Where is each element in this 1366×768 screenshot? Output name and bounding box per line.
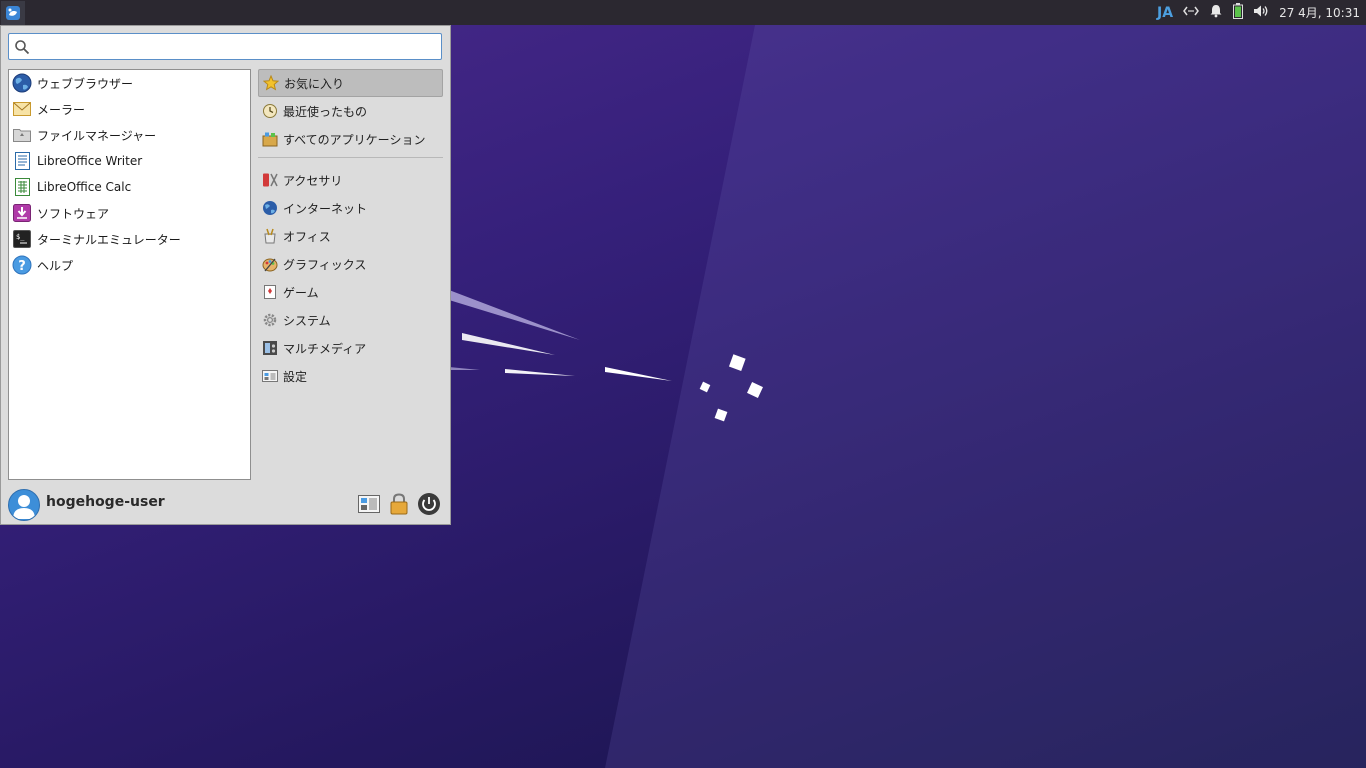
internet-icon <box>262 200 278 216</box>
volume-icon[interactable] <box>1253 4 1269 21</box>
category-system[interactable]: システム <box>258 306 443 334</box>
svg-text:?: ? <box>18 259 26 274</box>
graphics-icon <box>262 256 278 272</box>
category-accessories[interactable]: アクセサリ <box>258 166 443 194</box>
lock-icon <box>390 493 408 515</box>
search-icon <box>15 40 30 55</box>
battery-icon[interactable] <box>1233 3 1244 22</box>
applications-menu-button[interactable] <box>1 0 25 25</box>
application-menu-window: ウェブブラウザー メーラー ファイルマネージャー LibreOffice Wri… <box>0 25 451 525</box>
favorite-help[interactable]: ? ヘルプ <box>9 252 250 278</box>
xfce-logo-icon <box>6 5 20 20</box>
writer-icon <box>12 151 32 171</box>
category-graphics[interactable]: グラフィックス <box>258 250 443 278</box>
terminal-icon: $_ <box>12 229 32 249</box>
category-list: お気に入り 最近使ったもの すべてのアプリケーション アクセサリ インターネット… <box>258 69 443 390</box>
favorite-libreoffice-calc[interactable]: LibreOffice Calc <box>9 174 250 200</box>
category-games[interactable]: ゲーム <box>258 278 443 306</box>
top-panel: JA 27 4月, 10:31 <box>0 0 1366 25</box>
search-input[interactable] <box>35 37 439 57</box>
category-recent[interactable]: 最近使ったもの <box>258 97 443 125</box>
notification-bell-icon[interactable] <box>1209 4 1223 21</box>
help-icon: ? <box>12 255 32 275</box>
clock[interactable]: 27 4月, 10:31 <box>1279 4 1360 21</box>
accessories-icon <box>262 172 278 188</box>
calc-icon <box>12 177 32 197</box>
system-tray: JA 27 4月, 10:31 <box>1157 0 1360 25</box>
web-browser-icon <box>12 73 32 93</box>
log-out-button[interactable] <box>417 492 441 516</box>
favorite-terminal[interactable]: $_ ターミナルエミュレーター <box>9 226 250 252</box>
settings-manager-button[interactable] <box>357 492 381 516</box>
software-icon <box>12 203 32 223</box>
favorites-list: ウェブブラウザー メーラー ファイルマネージャー LibreOffice Wri… <box>8 69 251 480</box>
category-office[interactable]: オフィス <box>258 222 443 250</box>
user-icon <box>13 495 35 519</box>
settings-icon <box>262 368 278 384</box>
category-internet[interactable]: インターネット <box>258 194 443 222</box>
star-icon <box>263 75 279 91</box>
system-gear-icon <box>262 312 278 328</box>
all-apps-icon <box>262 131 278 147</box>
category-favorites[interactable]: お気に入り <box>258 69 443 97</box>
settings-manager-icon <box>358 495 380 513</box>
mail-icon <box>12 99 32 119</box>
category-settings[interactable]: 設定 <box>258 362 443 390</box>
svg-text:$_: $_ <box>16 233 25 241</box>
favorite-file-manager[interactable]: ファイルマネージャー <box>9 122 250 148</box>
file-manager-icon <box>12 125 32 145</box>
office-icon <box>262 228 278 244</box>
menu-bottom-bar: hogehoge-user <box>1 486 450 524</box>
games-icon <box>262 284 278 300</box>
search-field[interactable] <box>8 33 442 60</box>
favorite-software[interactable]: ソフトウェア <box>9 200 250 226</box>
input-method-indicator[interactable]: JA <box>1157 5 1173 21</box>
recent-icon <box>262 103 278 119</box>
lock-screen-button[interactable] <box>387 492 411 516</box>
user-name: hogehoge-user <box>46 494 165 510</box>
favorite-web-browser[interactable]: ウェブブラウザー <box>9 70 250 96</box>
favorite-libreoffice-writer[interactable]: LibreOffice Writer <box>9 148 250 174</box>
category-multimedia[interactable]: マルチメディア <box>258 334 443 362</box>
user-avatar[interactable] <box>8 489 40 521</box>
power-icon <box>418 493 440 515</box>
favorite-mail[interactable]: メーラー <box>9 96 250 122</box>
network-icon[interactable] <box>1183 5 1199 20</box>
category-all-applications[interactable]: すべてのアプリケーション <box>258 125 443 153</box>
multimedia-icon <box>262 340 278 356</box>
category-separator <box>258 157 443 158</box>
